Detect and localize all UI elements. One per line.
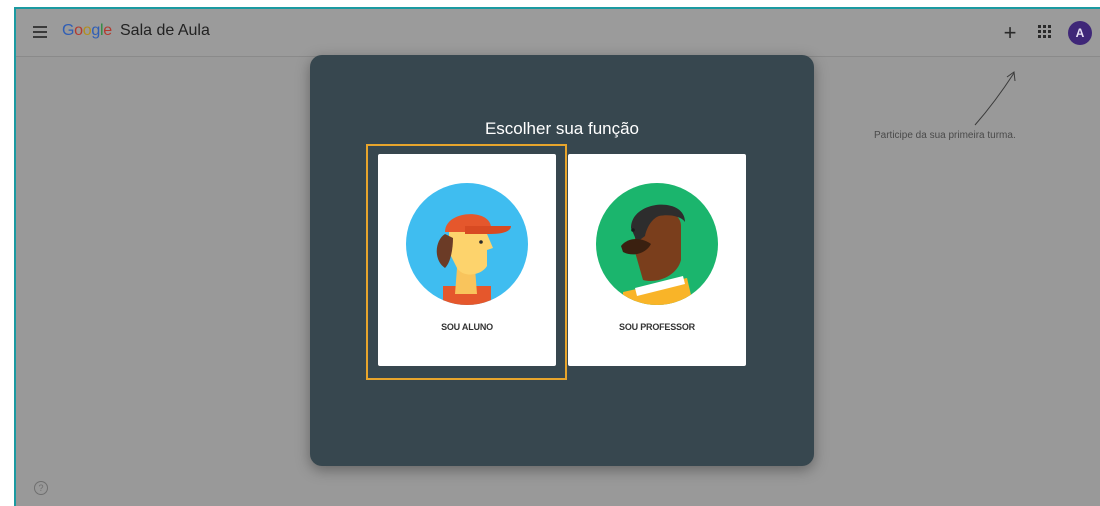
- top-app-bar: Google Sala de Aula + A: [16, 9, 1100, 57]
- join-class-hint: Participe da sua primeira turma.: [874, 130, 1016, 141]
- plus-icon[interactable]: +: [999, 22, 1021, 44]
- teacher-role-label: SOU PROFESSOR: [619, 322, 695, 332]
- dialog-title: Escolher sua função: [484, 119, 640, 138]
- selection-highlight: [366, 144, 567, 380]
- apps-grid-icon[interactable]: [1038, 25, 1054, 41]
- help-icon[interactable]: ?: [34, 481, 48, 495]
- avatar[interactable]: A: [1068, 21, 1092, 45]
- hint-arrow-icon: [974, 71, 1016, 126]
- app-window: Google Sala de Aula + A Participe da sua…: [14, 7, 1100, 506]
- menu-icon[interactable]: [33, 26, 47, 38]
- google-logo[interactable]: Google: [62, 21, 112, 41]
- teacher-illustration: [596, 183, 718, 305]
- choose-role-dialog: Escolher sua função SOU ALUNO SOU PROFES…: [310, 55, 814, 466]
- teacher-role-card[interactable]: SOU PROFESSOR: [568, 154, 746, 366]
- product-name[interactable]: Sala de Aula: [120, 21, 210, 41]
